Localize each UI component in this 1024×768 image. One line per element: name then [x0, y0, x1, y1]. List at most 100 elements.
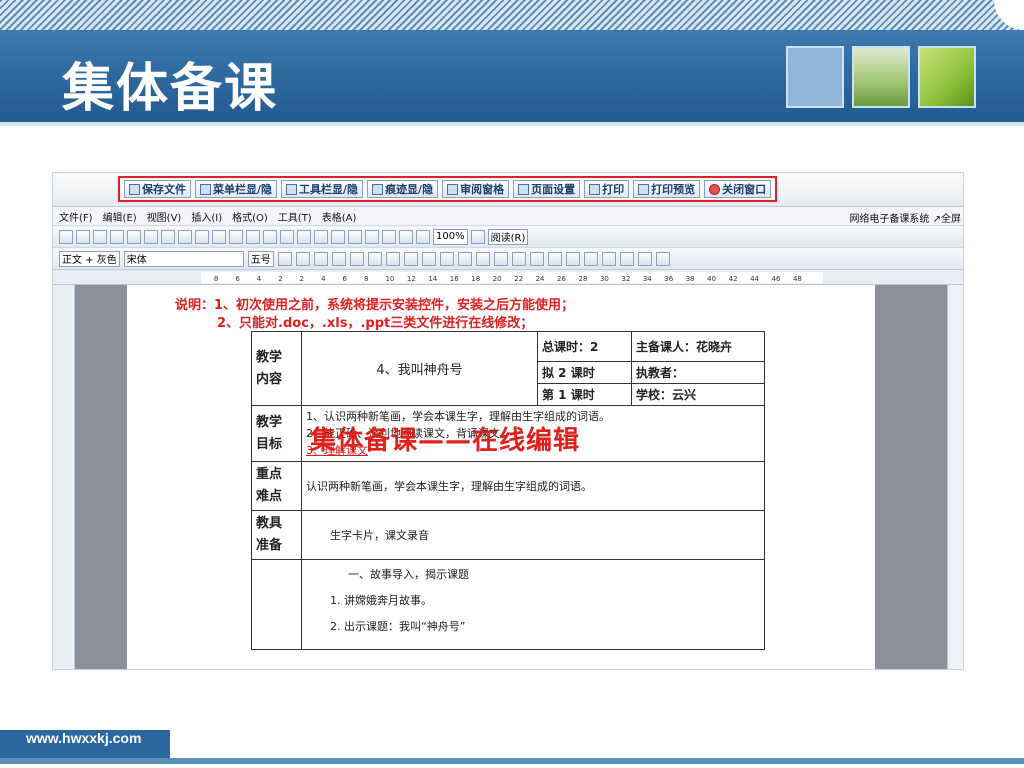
print-preview-button[interactable]: 打印预览 — [633, 180, 701, 198]
print-small-icon[interactable] — [127, 229, 141, 244]
school-cell[interactable]: 学校：云兴 — [631, 383, 765, 406]
menu-edit[interactable]: 编辑(E) — [103, 209, 137, 224]
label-content: 教学 内容 — [251, 331, 302, 406]
horizontal-ruler[interactable]: 8 6 4 2 2 4 6 8 10 12 14 16 18 20 22 24 26 28 30 32 34 36 38 40… — [53, 269, 963, 285]
insert-table-icon[interactable] — [331, 229, 345, 244]
print-button[interactable]: 打印 — [584, 180, 630, 198]
menu-view[interactable]: 视图(V) — [147, 209, 182, 224]
border-icon[interactable] — [655, 251, 670, 266]
decor-square-blue — [786, 46, 844, 108]
menu-insert[interactable]: 插入(I) — [191, 209, 222, 224]
char-shading-icon[interactable] — [349, 251, 364, 266]
bullets-icon[interactable] — [493, 251, 508, 266]
comment-icon[interactable] — [619, 251, 634, 266]
page-setup-button[interactable]: 页面设置 — [513, 180, 581, 198]
teacher-cell[interactable]: 执教者： — [631, 361, 765, 384]
drawing-icon[interactable] — [382, 229, 396, 244]
permission-icon[interactable] — [110, 229, 124, 244]
ruler-tick-label: 40 — [707, 275, 716, 283]
toggle-track-button[interactable]: 痕迹显/隐 — [367, 180, 439, 198]
process-cell[interactable]: 一、故事导入，揭示课题 1. 讲嫦娥奔月故事。 2. 出示课题：我叫“神舟号” — [301, 559, 765, 650]
label-process — [251, 559, 302, 650]
enclose-char-icon[interactable] — [601, 251, 616, 266]
align-center-icon[interactable] — [403, 251, 418, 266]
label-key-1: 重点 — [256, 467, 283, 482]
document-page[interactable]: 说明：1、初次使用之前，系统将提示安装控件，安装之后方能使用； 2、只能对.do… — [127, 285, 875, 669]
align-right-icon[interactable] — [421, 251, 436, 266]
copy-icon[interactable] — [212, 229, 226, 244]
plan-hours-cell[interactable]: 拟 2 课时 — [537, 361, 632, 384]
ruler-tick-label: 20 — [493, 275, 502, 283]
menu-table[interactable]: 表格(A) — [322, 209, 357, 224]
cut-icon[interactable] — [195, 229, 209, 244]
lesson-plan-table[interactable]: 教学 内容 4、我叫神舟号 总课时：2 主备课人：花晓卉 拟 2 课时 执教者：… — [251, 331, 765, 650]
save-file-button[interactable]: 保存文件 — [124, 180, 191, 198]
menu-file[interactable]: 文件(F) — [59, 209, 93, 224]
paste-icon[interactable] — [229, 229, 243, 244]
table-row: 教学 内容 4、我叫神舟号 总课时：2 主备课人：花晓卉 — [251, 331, 765, 406]
toggle-toolbar-button[interactable]: 工具栏显/隐 — [281, 180, 364, 198]
edit-comment-icon[interactable] — [637, 251, 652, 266]
line-spacing-icon[interactable] — [457, 251, 472, 266]
total-hours-cell[interactable]: 总课时：2 — [537, 331, 632, 362]
decrease-indent-icon[interactable] — [511, 251, 526, 266]
vertical-ruler[interactable] — [53, 285, 75, 669]
menu-icon — [200, 183, 211, 195]
ruler-tick-label: 44 — [750, 275, 759, 283]
review-pane-label: 审阅窗格 — [460, 183, 505, 196]
italic-icon[interactable] — [295, 251, 310, 266]
save-disk-icon[interactable] — [93, 229, 107, 244]
font-select[interactable]: 宋体 — [123, 250, 244, 267]
ruler-tick-label: 18 — [471, 275, 480, 283]
char-border-icon[interactable] — [331, 251, 346, 266]
ruler-tick-label: 16 — [450, 275, 459, 283]
menu-format[interactable]: 格式(O) — [232, 209, 268, 224]
save-icon — [129, 183, 140, 195]
columns-icon[interactable] — [365, 229, 379, 244]
research-icon[interactable] — [178, 229, 192, 244]
insert-excel-icon[interactable] — [348, 229, 362, 244]
highlight-icon[interactable] — [547, 251, 562, 266]
redo-icon[interactable] — [280, 229, 294, 244]
open-folder-icon[interactable] — [76, 229, 90, 244]
ruler-tick-label: 22 — [514, 275, 523, 283]
zoom-select[interactable]: 100% — [433, 228, 468, 245]
show-hide-icon[interactable] — [416, 229, 430, 244]
review-pane-button[interactable]: 审阅窗格 — [442, 180, 510, 198]
format-painter-icon[interactable] — [246, 229, 260, 244]
style-select[interactable]: 正文 + 灰色 — [59, 250, 120, 267]
close-window-button[interactable]: 关闭窗口 — [704, 180, 772, 198]
font-size-select[interactable]: 五号 — [247, 250, 274, 267]
lesson-title-cell[interactable]: 4、我叫神舟号 — [301, 331, 538, 406]
label-key-points: 重点 难点 — [251, 461, 302, 511]
increase-indent-icon[interactable] — [529, 251, 544, 266]
numbering-icon[interactable] — [475, 251, 490, 266]
ruler-tick-label: 2 — [300, 275, 304, 283]
spelling-icon[interactable] — [161, 229, 175, 244]
phonetic-icon[interactable] — [583, 251, 598, 266]
tables-borders-icon[interactable] — [314, 229, 328, 244]
font-color-icon[interactable] — [565, 251, 580, 266]
bold-icon[interactable] — [277, 251, 292, 266]
page-setup-label: 页面设置 — [531, 183, 576, 196]
char-scale-icon[interactable] — [367, 251, 382, 266]
doc-map-icon[interactable] — [399, 229, 413, 244]
new-doc-icon[interactable] — [59, 229, 73, 244]
system-name-fullscreen[interactable]: 网络电子备课系统 ↗全屏 — [849, 210, 961, 225]
lead-preparer-cell[interactable]: 主备课人：花晓卉 — [631, 331, 765, 362]
help-icon[interactable] — [470, 229, 485, 244]
session-cell[interactable]: 第 1 课时 — [537, 383, 632, 406]
prep-cell[interactable]: 生字卡片，课文录音 — [301, 510, 765, 560]
menu-tools[interactable]: 工具(T) — [278, 209, 312, 224]
key-points-cell[interactable]: 认识两种新笔画，学会本课生字，理解由生字组成的词语。 — [301, 461, 765, 511]
undo-icon[interactable] — [263, 229, 277, 244]
vertical-scrollbar[interactable] — [947, 285, 963, 669]
print-preview-small-icon[interactable] — [144, 229, 158, 244]
read-mode-button[interactable]: 阅读(R) — [487, 228, 529, 245]
align-left-icon[interactable] — [385, 251, 400, 266]
hyperlink-icon[interactable] — [297, 229, 311, 244]
underline-icon[interactable] — [313, 251, 328, 266]
toggle-track-label: 痕迹显/隐 — [385, 183, 434, 196]
justify-icon[interactable] — [439, 251, 454, 266]
toggle-menubar-button[interactable]: 菜单栏显/隐 — [195, 180, 278, 198]
